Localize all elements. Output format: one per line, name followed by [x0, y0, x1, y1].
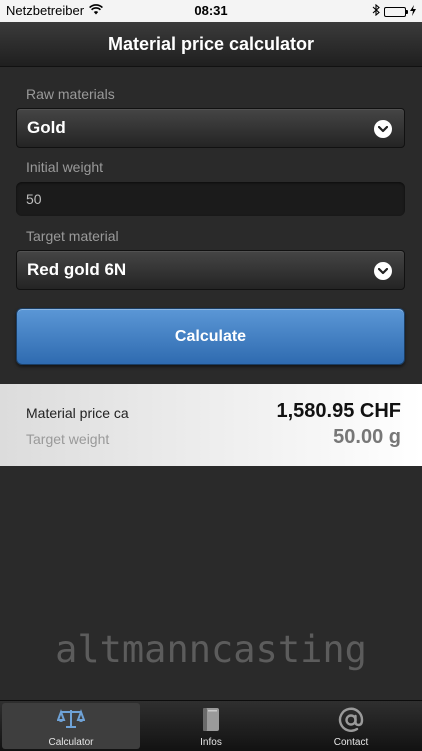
- material-price-label: Material price ca: [26, 405, 129, 421]
- status-right: [372, 3, 416, 19]
- tab-infos-label: Infos: [200, 737, 222, 748]
- raw-materials-label: Raw materials: [26, 86, 115, 102]
- at-sign-icon: [282, 707, 420, 733]
- battery-icon: [384, 6, 408, 17]
- page-title: Material price calculator: [107, 33, 315, 54]
- tab-calculator[interactable]: Calculator: [2, 703, 140, 749]
- tab-infos[interactable]: Infos: [142, 703, 280, 749]
- tab-calculator-label: Calculator: [48, 737, 94, 748]
- book-icon: [142, 707, 280, 733]
- target-material-value: Red gold 6N: [27, 260, 127, 279]
- calculate-button[interactable]: Calculate: [16, 308, 405, 365]
- target-material-label: Target material: [26, 228, 119, 244]
- raw-materials-select[interactable]: Gold: [16, 108, 405, 148]
- status-bar: Netzbetreiber 08:31: [0, 0, 422, 22]
- raw-materials-value: Gold: [27, 118, 66, 137]
- scales-icon: [2, 707, 140, 731]
- nav-bar: Material price calculator: [0, 22, 422, 67]
- target-weight-value: 50.00 g: [333, 426, 401, 448]
- tab-contact[interactable]: Contact: [282, 703, 420, 749]
- charging-icon: [410, 4, 416, 19]
- initial-weight-label: Initial weight: [26, 159, 104, 175]
- target-weight-label: Target weight: [26, 431, 110, 447]
- target-material-select[interactable]: Red gold 6N: [16, 250, 405, 290]
- chevron-down-icon: [374, 120, 392, 138]
- tab-bar: Calculator Infos Contact: [0, 700, 422, 751]
- material-price-value: 1,580.95 CHF: [276, 400, 401, 422]
- tab-contact-label: Contact: [333, 737, 369, 748]
- bluetooth-icon: [372, 3, 380, 19]
- chevron-down-icon: [374, 262, 392, 280]
- brand-logo: altmanncasting: [55, 628, 367, 671]
- result-panel: Material price ca 1,580.95 CHF Target we…: [0, 384, 422, 466]
- calculate-button-label: Calculate: [174, 327, 247, 345]
- status-time: 08:31: [194, 3, 228, 18]
- initial-weight-input[interactable]: 50: [16, 182, 405, 216]
